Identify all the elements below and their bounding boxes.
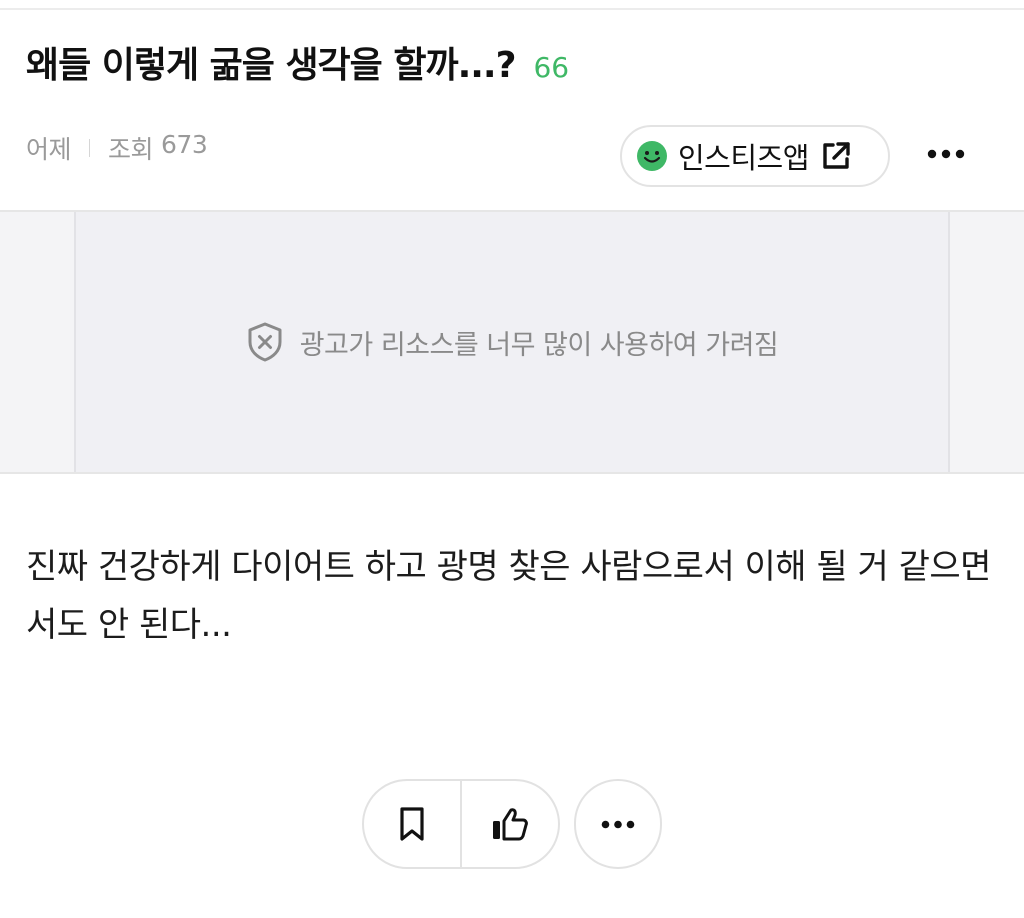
more-icon (927, 149, 965, 159)
views-label: 조회 (108, 135, 154, 164)
post-title: 왜들 이렇게 굶을 생각을 할까...? (26, 45, 516, 86)
like-button[interactable] (462, 781, 558, 867)
bookmark-icon (400, 807, 424, 841)
post-date: 어제 (26, 135, 72, 164)
external-link-icon (823, 142, 850, 169)
post-meta: 어제 조회 673 (26, 130, 208, 166)
shield-x-icon (248, 322, 282, 362)
more-options-button[interactable] (918, 136, 974, 172)
thumbs-up-icon (493, 808, 528, 841)
post-header: 왜들 이렇게 굶을 생각을 할까...? 66 (26, 36, 569, 88)
views-number: 673 (161, 130, 208, 159)
post-actions (362, 779, 662, 869)
bookmark-button[interactable] (364, 781, 460, 867)
comment-count[interactable]: 66 (533, 51, 569, 84)
meta-divider (89, 139, 91, 157)
ad-placeholder: 광고가 리소스를 너무 많이 사용하여 가려짐 (74, 212, 950, 472)
smile-icon (637, 141, 667, 171)
post-body: 진짜 건강하게 다이어트 하고 광명 찾은 사람으로서 이해 될 거 같으면서도… (26, 547, 991, 645)
top-divider (0, 8, 1024, 10)
reaction-group (362, 779, 560, 869)
more-icon (601, 820, 635, 828)
open-app-label: 인스티즈앱 (678, 141, 809, 175)
ad-blocked-message: 광고가 리소스를 너무 많이 사용하여 가려짐 (299, 329, 779, 361)
ad-section: 광고가 리소스를 너무 많이 사용하여 가려짐 (0, 210, 1024, 474)
view-count: 조회 673 (108, 130, 208, 166)
more-actions-button[interactable] (574, 779, 662, 869)
open-app-button[interactable]: 인스티즈앱 (620, 125, 890, 187)
